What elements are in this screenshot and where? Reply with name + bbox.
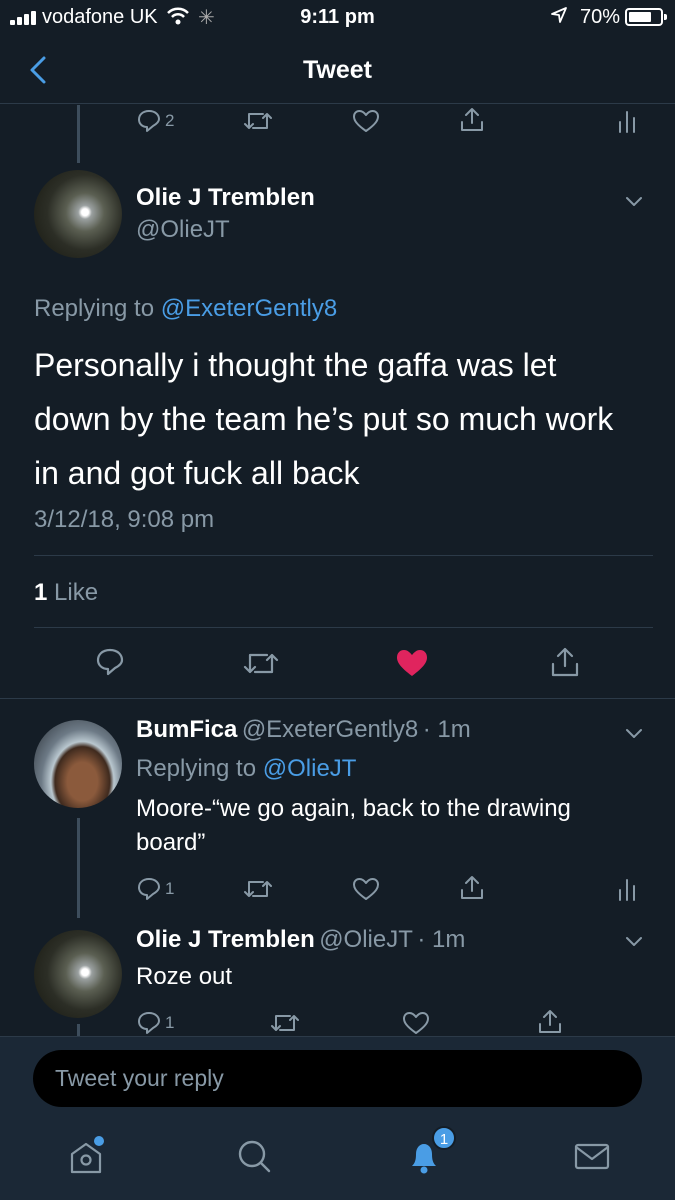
home-badge-dot xyxy=(94,1136,104,1146)
reply-icon xyxy=(138,878,160,900)
reply-count: 1 xyxy=(165,1013,175,1032)
page-title: Tweet xyxy=(303,56,372,84)
tweet-menu-button[interactable] xyxy=(622,722,646,751)
replying-to-prefix: Replying to xyxy=(136,755,257,782)
like-button[interactable] xyxy=(352,876,380,902)
notifications-badge: 1 xyxy=(432,1126,456,1150)
retweet-button[interactable] xyxy=(243,648,279,678)
reply-time: · 1m xyxy=(417,926,466,953)
reply-count: 1 xyxy=(165,879,175,898)
reply-button[interactable]: 1 xyxy=(136,876,174,902)
tweet-menu-button[interactable] xyxy=(622,190,646,219)
reply-input[interactable]: Tweet your reply xyxy=(33,1050,642,1107)
tab-home[interactable] xyxy=(64,1134,108,1178)
replying-to-prefix: Replying to xyxy=(34,295,155,322)
share-icon xyxy=(461,876,483,899)
reply-input-placeholder: Tweet your reply xyxy=(55,1065,224,1091)
search-icon xyxy=(238,1140,271,1173)
tab-messages[interactable] xyxy=(570,1134,614,1178)
chevron-down-icon xyxy=(626,937,642,946)
retweet-icon xyxy=(244,881,272,897)
retweet-icon xyxy=(244,113,272,129)
share-icon xyxy=(461,108,483,131)
avatar[interactable] xyxy=(34,720,122,808)
retweet-icon xyxy=(271,1015,299,1031)
reply-button[interactable] xyxy=(94,646,126,678)
share-icon xyxy=(551,647,579,677)
retweet-icon xyxy=(243,653,279,674)
author-handle[interactable]: @ExeterGently8 xyxy=(242,716,418,743)
tab-notifications[interactable]: 1 xyxy=(402,1126,456,1178)
thread-line xyxy=(77,1024,80,1036)
share-button[interactable] xyxy=(549,645,581,679)
like-button[interactable] xyxy=(395,648,429,678)
replying-to: Replying to @ExeterGently8 xyxy=(34,295,337,323)
analytics-button[interactable] xyxy=(616,876,638,902)
reply-button[interactable]: 2 xyxy=(136,108,174,134)
retweet-button[interactable] xyxy=(243,108,273,134)
retweet-button[interactable] xyxy=(243,876,273,902)
share-button[interactable] xyxy=(536,1008,564,1036)
reply-icon xyxy=(138,1012,160,1034)
nav-bar: Tweet xyxy=(0,36,675,104)
chevron-down-icon xyxy=(626,729,642,738)
share-button[interactable] xyxy=(458,106,486,134)
author-name[interactable]: BumFica xyxy=(136,716,237,743)
tab-bar: 1 xyxy=(0,1120,675,1200)
like-button[interactable] xyxy=(352,108,380,134)
analytics-button[interactable] xyxy=(616,108,638,134)
status-bar: vodafone UK ✳ 9:11 pm 70% xyxy=(0,0,675,36)
author-handle[interactable]: @OlieJT xyxy=(136,216,230,244)
battery-percent: 70% xyxy=(580,6,621,28)
reply-header: Olie J Tremblen @OlieJT · 1m xyxy=(136,926,465,954)
avatar[interactable] xyxy=(34,170,122,258)
reply-icon xyxy=(96,648,124,676)
replying-to-link[interactable]: @ExeterGently8 xyxy=(161,295,337,322)
likes-label: Like xyxy=(54,579,99,606)
share-icon xyxy=(539,1010,561,1033)
author-name[interactable]: Olie J Tremblen xyxy=(136,184,315,212)
like-button[interactable] xyxy=(402,1010,430,1036)
likes-count: 1 xyxy=(34,579,48,606)
reply-text: Moore-“we go again, back to the drawing … xyxy=(136,795,571,856)
reply-text: Roze out xyxy=(136,963,233,990)
reply-icon xyxy=(138,110,160,132)
thread-line xyxy=(77,818,80,918)
thread-line xyxy=(77,105,80,163)
tweet-menu-button[interactable] xyxy=(622,930,646,959)
divider xyxy=(34,555,653,556)
author-name[interactable]: Olie J Tremblen xyxy=(136,926,315,953)
analytics-icon xyxy=(619,879,635,901)
author-handle[interactable]: @OlieJT xyxy=(319,926,413,953)
replying-to: Replying to @OlieJT xyxy=(136,755,356,783)
location-arrow-icon xyxy=(550,6,568,30)
tab-search[interactable] xyxy=(232,1134,276,1178)
divider xyxy=(0,698,675,699)
status-time: 9:11 pm xyxy=(300,6,375,28)
tweet-text: Personally i thought the gaffa was let d… xyxy=(34,347,614,491)
reply-count: 2 xyxy=(165,111,175,130)
battery-icon xyxy=(625,8,667,26)
tweet-timestamp: 3/12/18, 9:08 pm xyxy=(34,506,215,533)
reply-button[interactable]: 1 xyxy=(136,1010,174,1036)
analytics-icon xyxy=(619,111,635,133)
avatar[interactable] xyxy=(34,930,122,1018)
mail-icon xyxy=(574,1143,610,1170)
divider xyxy=(34,627,653,628)
likes-summary[interactable]: 1 Like xyxy=(34,579,98,607)
heart-icon xyxy=(403,1012,429,1034)
heart-icon xyxy=(353,110,379,132)
reply-time: · 1m xyxy=(422,716,471,743)
retweet-button[interactable] xyxy=(270,1010,300,1036)
replying-to-link[interactable]: @OlieJT xyxy=(263,755,357,782)
reply-header: BumFica @ExeterGently8 · 1m xyxy=(136,716,471,744)
chevron-down-icon xyxy=(626,197,642,206)
share-button[interactable] xyxy=(458,874,486,902)
heart-filled-icon xyxy=(397,650,427,676)
heart-icon xyxy=(353,878,379,900)
